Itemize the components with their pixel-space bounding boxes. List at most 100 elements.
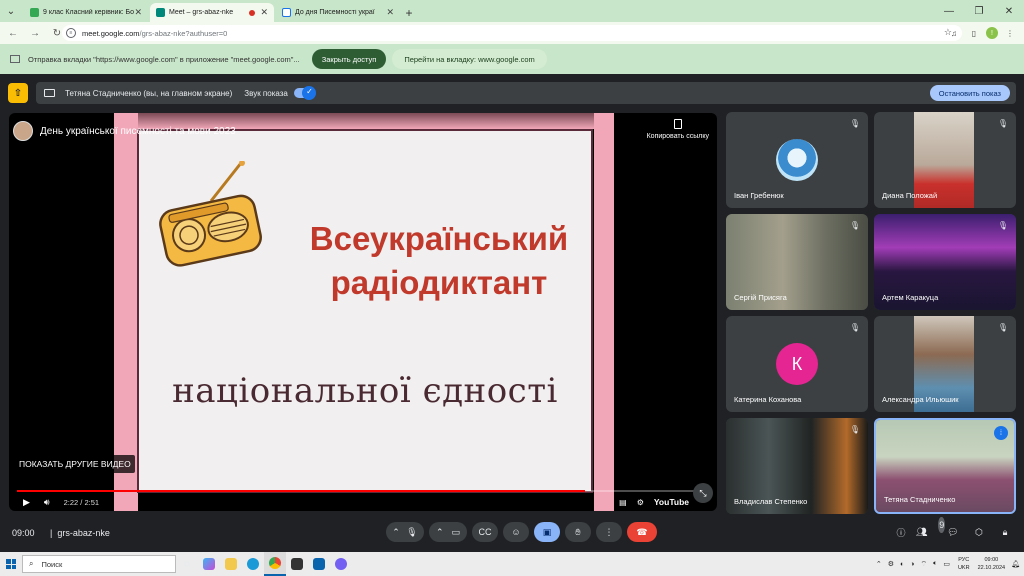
channel-avatar[interactable] — [13, 121, 33, 141]
outlook-icon[interactable] — [308, 552, 330, 576]
play-icon[interactable]: ▶ — [23, 497, 30, 508]
copy-link-button[interactable]: Копировать ссылку — [647, 119, 709, 140]
tab-label: 9 клас Класний керівник: Бойч — [43, 9, 135, 16]
tray-overflow-icon[interactable]: ⌃ — [876, 560, 882, 568]
close-tab-icon[interactable]: ✕ — [386, 7, 394, 18]
check-icon: ✓ — [306, 87, 313, 96]
people-icon[interactable]: 👥︎ 9 — [916, 517, 945, 540]
forward-icon[interactable]: → — [26, 24, 44, 42]
stop-presenting-button[interactable]: Остановить показ — [929, 85, 1010, 101]
shared-video[interactable]: Всеукраїнський радіодиктант національної… — [9, 113, 717, 511]
video-title[interactable]: День української писемності та мови 2023 — [40, 126, 236, 137]
tray-settings-icon[interactable]: ⚙ — [888, 560, 894, 568]
tray-app-icon[interactable]: ◐ — [900, 561, 904, 568]
copilot-icon[interactable] — [198, 552, 220, 576]
video-progress-bar[interactable] — [17, 490, 701, 492]
notifications-icon[interactable]: 🔔︎ — [1011, 560, 1020, 568]
share-sound-toggle[interactable]: ✓ — [293, 86, 316, 100]
stop-sharing-button[interactable]: Закрыть доступ — [311, 49, 387, 69]
copy-icon — [673, 119, 682, 129]
presenting-strip: Тетяна Стадниченко (вы, на главном экран… — [36, 82, 1016, 104]
browser-tab-3[interactable]: До дня Писемності украї ✕ — [276, 3, 400, 22]
new-tab-button[interactable]: + — [400, 3, 418, 22]
captions-icon[interactable]: CC — [472, 522, 498, 542]
browser-tab-2[interactable]: Meet – grs-abaz-nke ✕ — [150, 3, 274, 22]
browser-tab-1[interactable]: 9 клас Класний керівник: Бойч ✕ — [24, 3, 148, 22]
speaking-indicator-icon: ⁞ — [994, 426, 1008, 440]
participant-tile[interactable]: 🎙︎ Александра Ильюшик — [874, 316, 1016, 412]
minimize-icon[interactable]: — — [934, 0, 964, 22]
more-options-icon[interactable]: ⋮ — [596, 522, 622, 542]
meeting-clock: 09:00 — [12, 528, 35, 538]
classroom-favicon-icon — [30, 8, 39, 17]
meeting-info-icon[interactable]: ⓘ — [890, 524, 912, 540]
participant-tile[interactable]: 🎙︎ Диана Положай — [874, 112, 1016, 208]
radio-illustration — [159, 161, 262, 267]
participant-avatar: К — [776, 343, 818, 385]
participant-tile-self[interactable]: ⁞ Тетяна Стадниченко — [874, 418, 1016, 514]
tab-search-icon[interactable]: ⌄ — [0, 0, 22, 22]
taskbar-search[interactable]: ⌕ Поиск — [22, 555, 176, 573]
participant-name: Диана Положай — [882, 191, 938, 200]
window-controls: — ❐ ✕ — [934, 0, 1024, 22]
mic-off-icon: 🎙︎ — [997, 221, 1008, 230]
viber-icon[interactable] — [330, 552, 352, 576]
restore-icon[interactable]: ❐ — [964, 0, 994, 22]
edge-icon[interactable] — [242, 552, 264, 576]
subtitles-icon[interactable]: ▤ — [619, 498, 627, 507]
file-explorer-icon[interactable] — [220, 552, 242, 576]
participant-tile[interactable]: 🎙︎ К Катерина Коханова — [726, 316, 868, 412]
participant-tile[interactable]: 🎙︎ Артем Каракуца — [874, 214, 1016, 310]
chat-icon[interactable]: 💬︎ — [942, 524, 964, 540]
chevron-up-icon[interactable]: ⌃ — [436, 527, 444, 538]
close-tab-icon[interactable]: ✕ — [134, 7, 142, 18]
camera-icon[interactable]: ▭ — [452, 527, 461, 538]
task-view-icon[interactable]: ⧉ — [176, 552, 198, 576]
tab-label: Meet – grs-abaz-nke — [169, 9, 234, 16]
menu-dots-icon[interactable]: ⋮ — [1002, 25, 1018, 41]
keyboard-language[interactable]: РУС UKR — [958, 556, 970, 572]
url-host: meet.google.com — [82, 28, 140, 38]
profile-avatar[interactable]: ! — [986, 27, 998, 39]
raise-hand-icon[interactable]: ✋︎ — [565, 522, 591, 542]
site-info-icon[interactable]: ≡ — [66, 28, 76, 38]
chevron-up-icon[interactable]: ⌃ — [392, 527, 400, 538]
participant-name: Артем Каракуца — [882, 293, 939, 302]
settings-gear-icon[interactable]: ⚙ — [637, 498, 644, 507]
battery-icon[interactable]: ▭ — [943, 560, 950, 568]
tray-app2-icon[interactable]: ◑ — [910, 561, 914, 568]
volume-icon[interactable]: 🔊︎ — [44, 497, 50, 508]
end-call-icon[interactable]: ☎ — [627, 522, 657, 542]
meeting-side-controls: ⓘ 👥︎ 9 💬︎ ⬡ 🔒︎ — [886, 517, 1016, 540]
youtube-logo[interactable]: YouTube — [654, 497, 689, 507]
participant-name: Александра Ильюшик — [882, 395, 959, 404]
media-controls-icon[interactable]: ♫ — [946, 25, 962, 41]
wifi-icon[interactable]: ⌔ — [921, 560, 928, 569]
microphone-icon[interactable]: 🎙︎ — [406, 527, 417, 538]
start-button[interactable] — [0, 552, 22, 576]
chrome-icon[interactable] — [264, 552, 286, 576]
address-bar[interactable]: ≡ meet.google.com/grs-abaz-nke?authuser=… — [62, 25, 962, 41]
participant-tile[interactable]: 🎙︎ Сергій Присяга — [726, 214, 868, 310]
present-screen-icon[interactable]: ▣ — [534, 522, 560, 542]
google-favicon-icon — [282, 8, 291, 17]
close-window-icon[interactable]: ✕ — [994, 0, 1024, 22]
extensions-icon[interactable]: ▯ — [966, 25, 982, 41]
close-tab-icon[interactable]: ✕ — [260, 7, 268, 18]
back-icon[interactable]: ← — [4, 24, 22, 42]
activities-icon[interactable]: ⬡ — [968, 524, 990, 540]
mic-control[interactable]: ⌃ 🎙︎ — [386, 522, 424, 542]
participant-tile[interactable]: 🎙︎ Іван Гребенюк — [726, 112, 868, 208]
taskbar-clock[interactable]: 09:00 22.10.2024 — [978, 556, 1006, 572]
more-videos-button[interactable]: ПОКАЗАТЬ ДРУГИЕ ВИДЕО — [15, 455, 135, 473]
switch-to-tab-button[interactable]: Перейти на вкладку: www.google.com — [392, 49, 547, 69]
participant-tile[interactable]: 🎙︎ Владислав Степенко — [726, 418, 868, 514]
mic-off-icon: 🎙︎ — [849, 221, 860, 230]
emoji-icon[interactable]: ☺ — [503, 522, 529, 542]
camera-control[interactable]: ⌃ ▭ — [429, 522, 467, 542]
tab-label: До дня Писемності украї — [295, 9, 375, 16]
lock-icon[interactable]: 🔒︎ — [994, 524, 1016, 540]
fullscreen-icon[interactable]: ⤡ — [693, 483, 713, 503]
speaker-icon[interactable]: 🔈︎ — [933, 560, 937, 568]
store-icon[interactable] — [286, 552, 308, 576]
